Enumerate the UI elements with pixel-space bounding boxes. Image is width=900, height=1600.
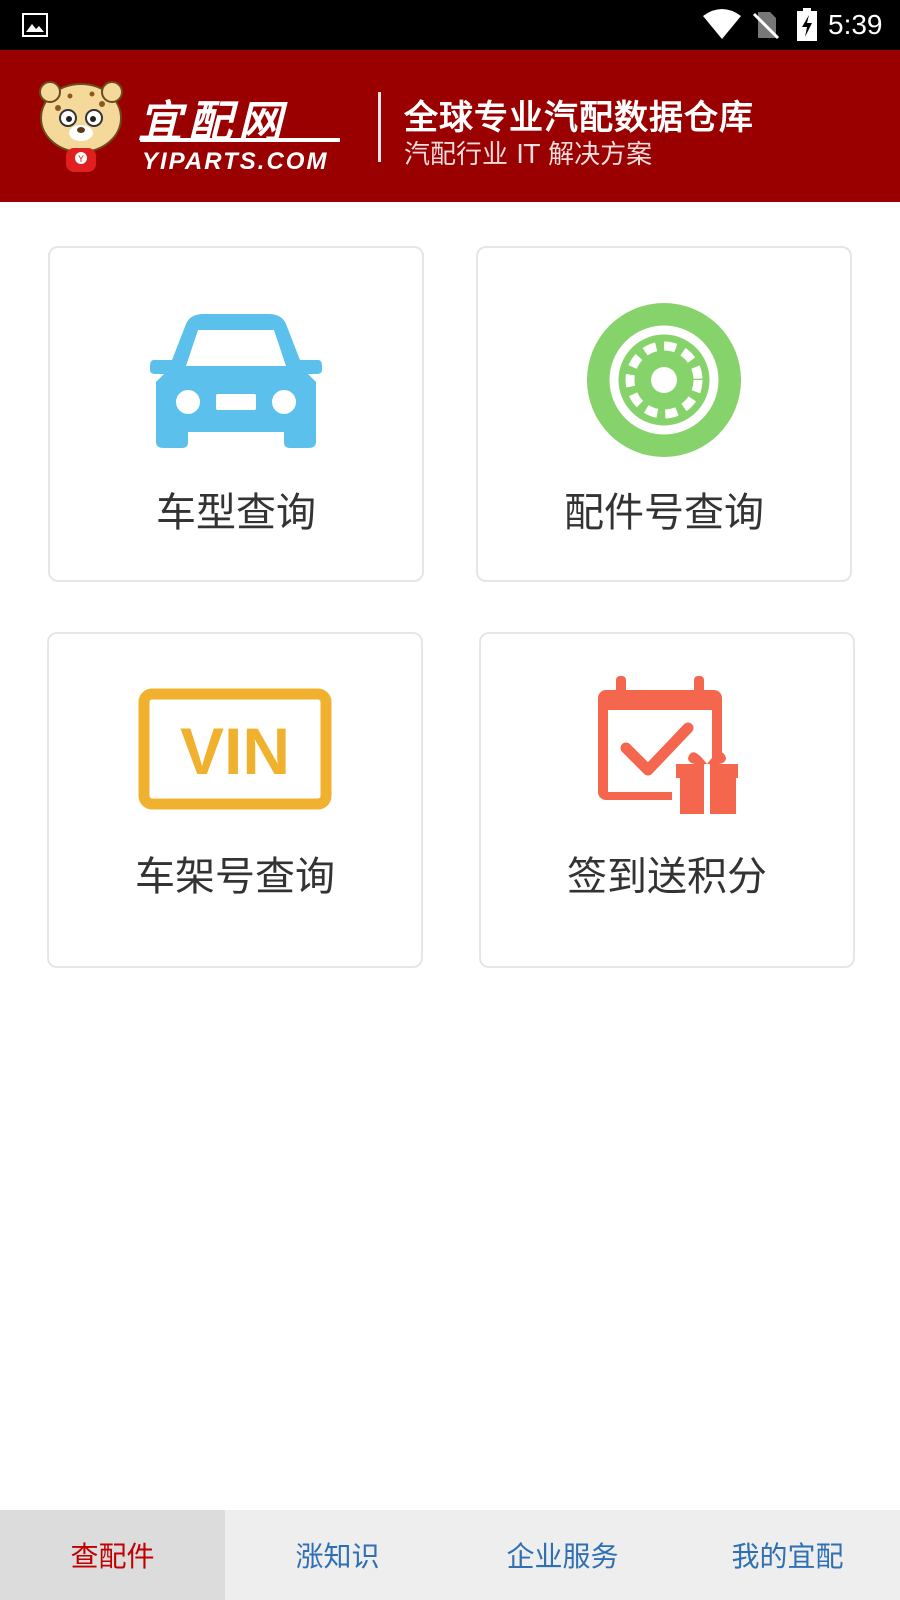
checkin-points-card[interactable]: 签到送积分 [479,632,855,968]
wifi-icon [702,8,742,44]
header-banner: Y 宜配网 YIPARTS.COM 全球专业汽配数据仓库 汽配行业 IT 解决方… [0,50,900,202]
part-number-query-card[interactable]: 配件号查询 [476,246,852,582]
part-number-query-label: 配件号查询 [564,490,764,536]
vin-query-card[interactable]: VIN 车架号查询 [47,632,423,968]
car-model-query-label: 车型查询 [156,490,316,536]
logo-underline [140,138,340,142]
tab-enterprise-services[interactable]: 企业服务 [450,1510,675,1600]
calendar-gift-icon [596,676,740,820]
tab-search-parts[interactable]: 查配件 [0,1510,225,1600]
vin-icon: VIN [138,688,332,814]
no-sim-icon [752,10,780,44]
tab-knowledge[interactable]: 涨知识 [225,1510,450,1600]
car-model-query-card[interactable]: 车型查询 [48,246,424,582]
car-icon [148,310,324,454]
svg-text:VIN: VIN [180,714,290,788]
svg-text:Y: Y [77,155,84,165]
battery-charging-icon [796,8,818,46]
bottom-nav: 查配件 涨知识 企业服务 我的宜配 [0,1510,900,1600]
gallery-icon [22,13,48,41]
tab-my-yiparts[interactable]: 我的宜配 [675,1510,900,1600]
wheel-icon [586,302,742,462]
tagline-sub: 汽配行业 IT 解决方案 [404,140,653,170]
mascot-logo-icon: Y [36,78,126,178]
checkin-points-label: 签到送积分 [567,854,767,900]
status-bar: 5:39 [0,0,900,50]
status-time: 5:39 [828,9,883,40]
vin-query-label: 车架号查询 [135,854,335,900]
header-divider [378,92,381,162]
logo-english: YIPARTS.COM [142,148,329,175]
tagline-main: 全球专业汽配数据仓库 [404,98,754,138]
